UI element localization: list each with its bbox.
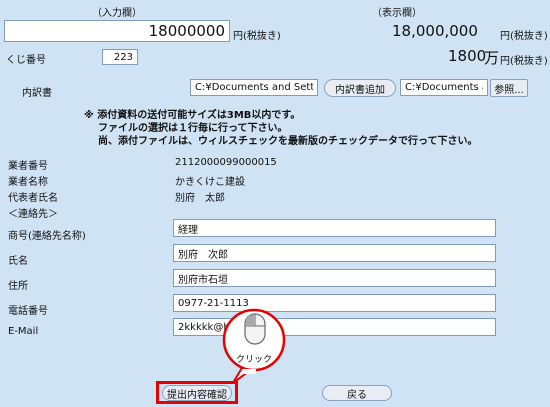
add-breakdown-button[interactable]: 内訳書追加 [324, 79, 396, 97]
breakdown-label: 内訳書 [22, 88, 52, 99]
company-name-value: かきくけこ建設 [175, 177, 245, 188]
amount-display-unit: 円(税抜き) [500, 31, 548, 42]
input-column-label: （入力欄） [92, 8, 142, 19]
browse-button[interactable]: 参照... [490, 79, 528, 97]
address-input[interactable] [173, 269, 496, 287]
click-callout-text: クリック [236, 355, 273, 365]
display-column-label: （表示欄） [372, 8, 422, 19]
amount-display-value: 18,000,000 [392, 22, 478, 40]
phone-label: 電話番号 [8, 306, 48, 317]
trade-name-label: 商号(連絡先名称) [8, 231, 86, 242]
email-label: E-Mail [8, 326, 39, 337]
company-name-label: 業者名称 [8, 177, 48, 188]
amount-unit: 円(税抜き) [233, 31, 281, 42]
contact-name-label: 氏名 [8, 256, 28, 267]
mouse-icon [244, 313, 266, 345]
contact-heading: ＜連絡先＞ [8, 209, 58, 220]
representative-label: 代表者氏名 [8, 193, 58, 204]
representative-value: 別府 太郎 [175, 193, 225, 204]
breakdown-file-input[interactable] [190, 79, 318, 96]
note-virus-check: 尚、添付ファイルは、ウィルスチェックを最新版のチェックデータで行って下さい。 [98, 136, 478, 147]
lot-number-label: くじ番号 [6, 55, 46, 66]
back-button[interactable]: 戻る [322, 385, 392, 401]
lot-number-input[interactable] [102, 49, 138, 65]
amount-man-value: 1800 [448, 47, 487, 65]
company-id-value: 2112000099000015 [175, 157, 277, 168]
amount-input[interactable] [4, 20, 230, 42]
address-label: 住所 [8, 281, 28, 292]
breakdown-file-input-2[interactable] [400, 79, 488, 96]
amount-man-suffix: 円(税抜き) [500, 56, 548, 67]
company-id-label: 業者番号 [8, 161, 48, 172]
contact-name-input[interactable] [173, 244, 496, 262]
amount-man-unit: 万 [484, 49, 500, 67]
confirm-submission-button[interactable]: 提出内容確認 [162, 385, 232, 401]
trade-name-input[interactable] [173, 219, 496, 237]
